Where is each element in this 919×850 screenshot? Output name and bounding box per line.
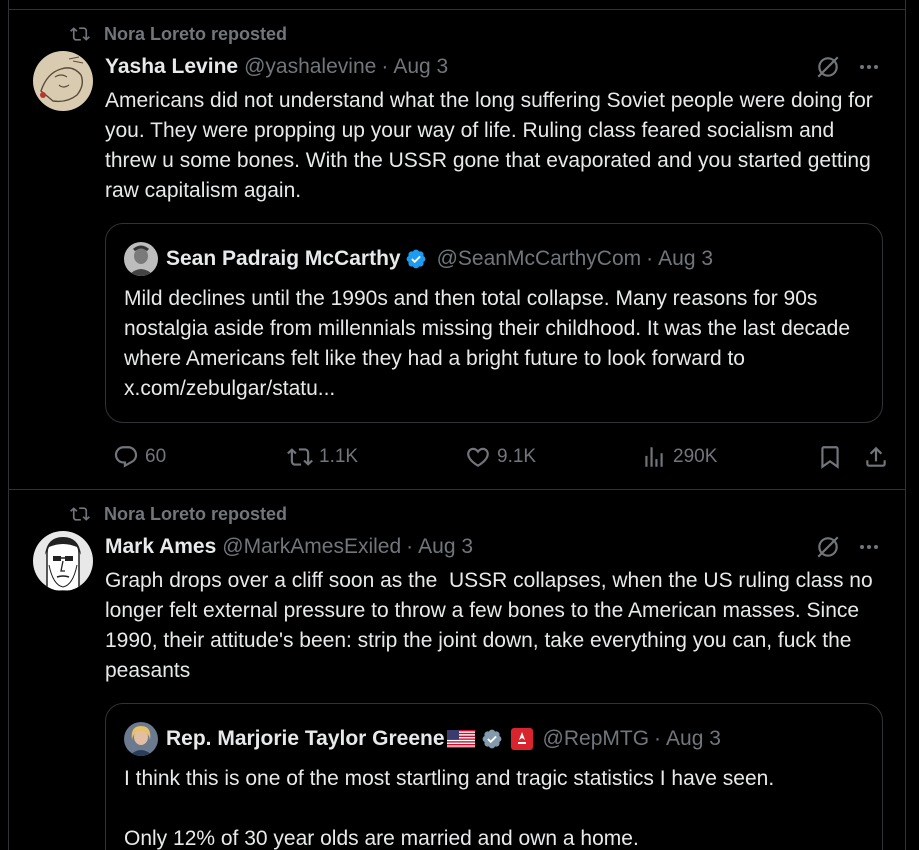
quote-header: Sean Padraig McCarthy @SeanMcCarthyCom ·…	[124, 242, 713, 276]
quote-date[interactable]: Aug 3	[658, 247, 713, 271]
author-handle[interactable]: @MarkAmesExiled	[222, 535, 401, 559]
repost-label[interactable]: Nora Loreto reposted	[104, 504, 287, 525]
quoted-tweet[interactable]: Sean Padraig McCarthy @SeanMcCarthyCom ·…	[105, 223, 883, 423]
tweet-date[interactable]: Aug 3	[393, 55, 448, 79]
quote-author-handle[interactable]: @SeanMcCarthyCom	[437, 247, 642, 271]
like-icon	[467, 447, 489, 467]
tweet-header: Mark Ames @MarkAmesExiled · Aug 3	[105, 533, 473, 561]
avatar[interactable]	[33, 531, 93, 591]
grok-icon[interactable]	[815, 54, 841, 80]
separator-dot: ·	[654, 727, 662, 750]
repost-label[interactable]: Nora Loreto reposted	[104, 24, 287, 45]
like-button[interactable]: 9.1K	[465, 444, 536, 470]
views-count: 290K	[673, 446, 718, 467]
quote-header: Rep. Marjorie Taylor Greene @RepMTG · Au…	[124, 722, 721, 756]
reply-icon	[114, 446, 138, 468]
views-icon	[645, 447, 663, 467]
avatar[interactable]	[33, 51, 93, 111]
timeline-feed: Nora Loreto reposted Yasha Levine @yasha…	[8, 0, 906, 850]
verified-badge-icon	[481, 728, 503, 750]
repost-icon	[287, 448, 313, 466]
separator-dot: ·	[646, 247, 654, 270]
tweet[interactable]: Nora Loreto reposted Yasha Levine @yasha…	[9, 10, 905, 489]
quote-author-name[interactable]: Sean Padraig McCarthy	[166, 247, 401, 271]
share-icon	[866, 446, 886, 467]
separator-dot: ·	[381, 55, 389, 78]
repost-icon	[69, 24, 93, 44]
share-button[interactable]	[863, 444, 889, 470]
grok-icon[interactable]	[815, 534, 841, 560]
tweet[interactable]: Nora Loreto reposted Mark Ames @MarkAmes…	[9, 490, 905, 850]
tweet-actions: 60 1.1K 9.1K 290K	[105, 442, 895, 472]
separator-dot: ·	[406, 535, 414, 558]
quote-author-handle[interactable]: @RepMTG	[543, 727, 650, 751]
repost-button[interactable]: 1.1K	[287, 444, 358, 470]
affiliation-badge-icon[interactable]	[510, 728, 533, 750]
author-name[interactable]: Mark Ames	[105, 535, 216, 559]
reply-count: 60	[145, 446, 167, 467]
tweet-header: Yasha Levine @yashalevine · Aug 3	[105, 53, 448, 81]
quote-avatar[interactable]	[124, 722, 158, 756]
tweet-text: Americans did not understand what the lo…	[105, 89, 879, 202]
reply-button[interactable]: 60	[113, 444, 166, 470]
more-icon[interactable]	[857, 55, 881, 79]
repost-indicator: Nora Loreto reposted	[69, 23, 287, 45]
tweet-date[interactable]: Aug 3	[418, 535, 473, 559]
more-icon[interactable]	[857, 535, 881, 559]
quote-avatar[interactable]	[124, 242, 158, 276]
bookmark-button[interactable]	[817, 444, 843, 470]
repost-icon	[69, 504, 93, 524]
repost-indicator: Nora Loreto reposted	[69, 503, 287, 525]
tweet-text: Graph drops over a cliff soon as the USS…	[105, 569, 879, 682]
quote-text: Mild declines until the 1990s and then t…	[124, 287, 856, 400]
quote-text: I think this is one of the most startlin…	[124, 767, 775, 850]
author-handle[interactable]: @yashalevine	[244, 55, 376, 79]
quote-author-name[interactable]: Rep. Marjorie Taylor Greene	[166, 727, 445, 751]
views-button[interactable]: 290K	[641, 444, 717, 470]
verified-badge-icon	[405, 248, 427, 270]
quote-date[interactable]: Aug 3	[666, 727, 721, 751]
repost-count: 1.1K	[319, 446, 359, 467]
us-flag-icon	[446, 730, 475, 748]
like-count: 9.1K	[497, 446, 537, 467]
author-name[interactable]: Yasha Levine	[105, 55, 238, 79]
quoted-tweet[interactable]: Rep. Marjorie Taylor Greene @RepMTG · Au…	[105, 703, 883, 850]
bookmark-icon	[821, 446, 839, 469]
